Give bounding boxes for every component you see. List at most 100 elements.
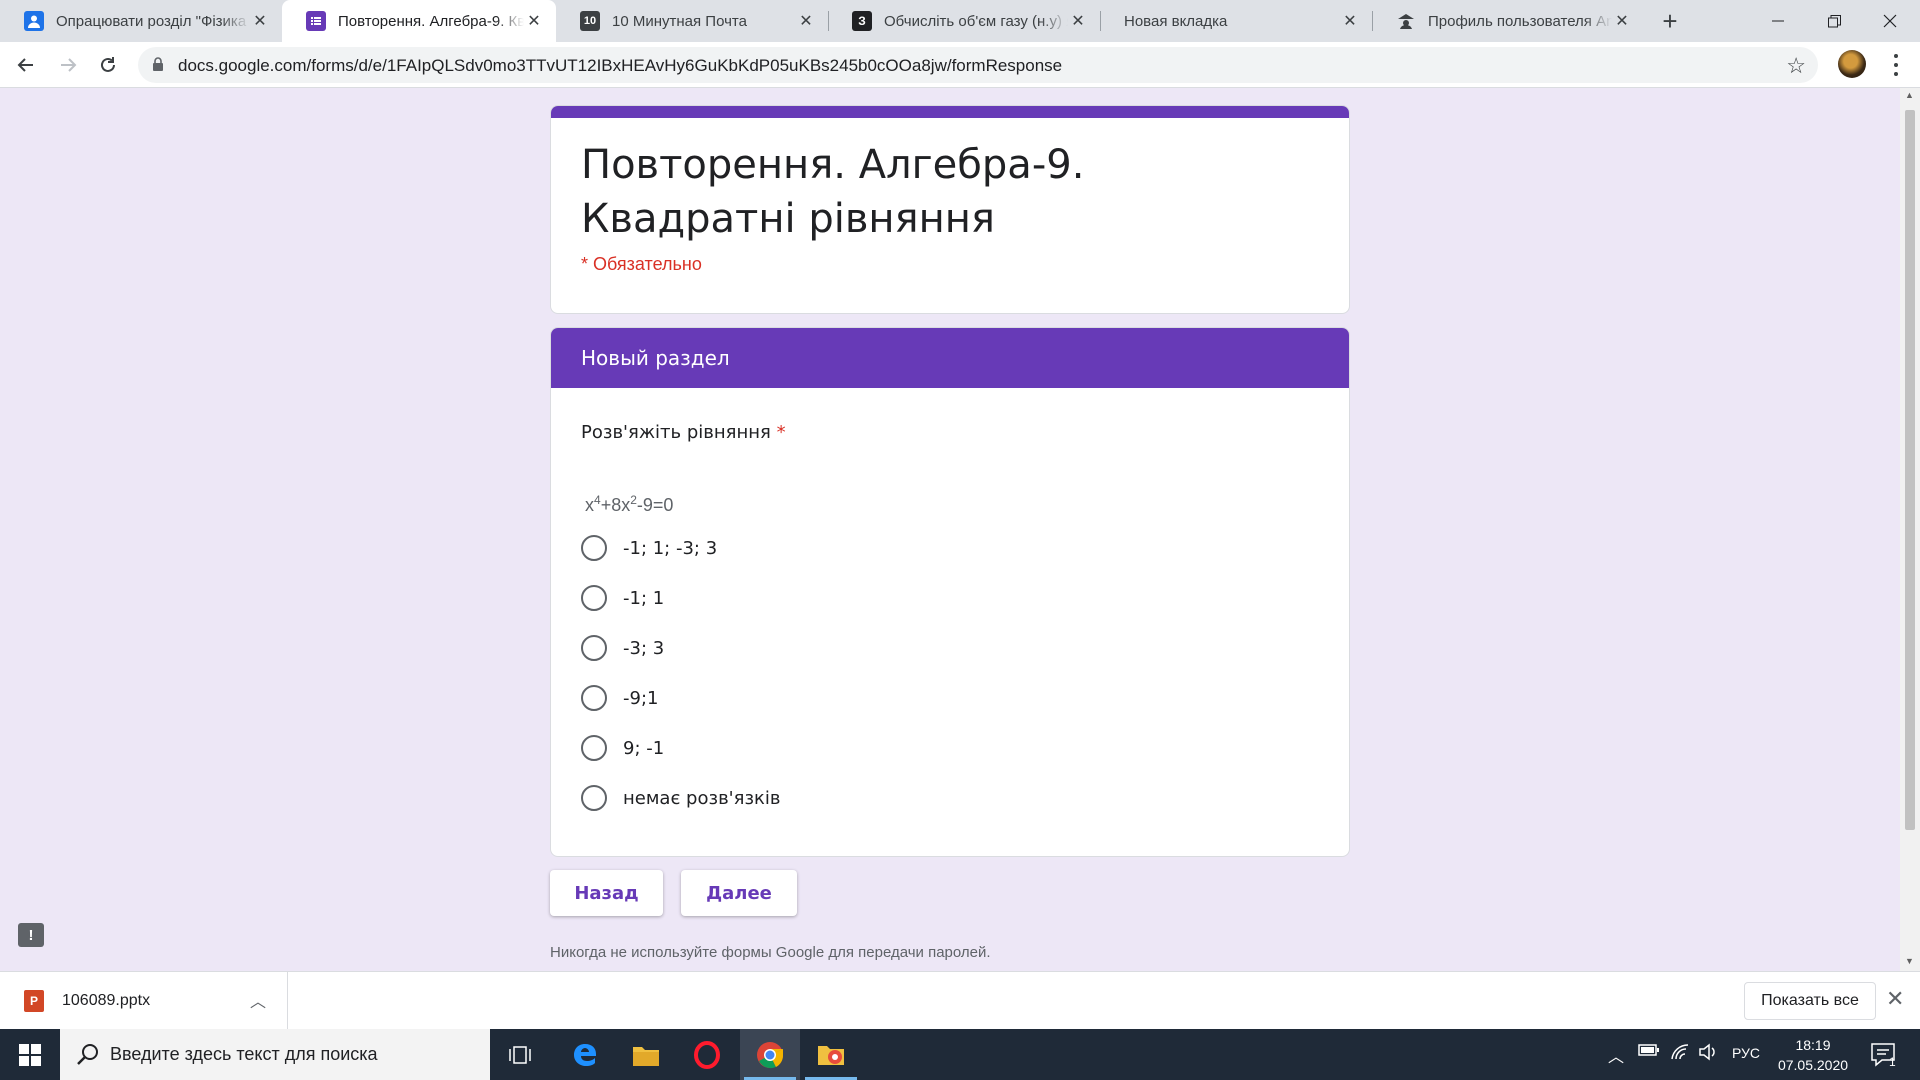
taskbar-edge[interactable] xyxy=(555,1029,615,1080)
page-scrollbar[interactable]: ▲ ▼ xyxy=(1900,88,1920,971)
answer-option-1[interactable]: -1; 1; -3; 3 xyxy=(581,533,717,563)
back-button[interactable] xyxy=(10,49,42,81)
equation-exponent: 4 xyxy=(594,493,601,507)
task-view-button[interactable] xyxy=(490,1029,550,1080)
answer-option-2[interactable]: -1; 1 xyxy=(581,583,664,613)
tray-chevron-up-icon[interactable]: ︿ xyxy=(1608,1043,1624,1067)
taskbar-clock[interactable]: 18:19 07.05.2020 xyxy=(1768,1035,1858,1075)
browser-menu-icon[interactable] xyxy=(1886,52,1906,78)
tab-user-profile[interactable]: Профиль пользователя Anc ✕ xyxy=(1372,0,1644,42)
profile-avatar[interactable] xyxy=(1838,50,1866,78)
radio-button[interactable] xyxy=(581,685,607,711)
option-label: -1; 1; -3; 3 xyxy=(623,537,718,559)
chrome-icon xyxy=(757,1041,784,1068)
show-all-downloads-button[interactable]: Показать все xyxy=(1744,982,1876,1020)
minimize-button[interactable] xyxy=(1750,0,1806,42)
form-accent-bar xyxy=(551,106,1349,118)
answer-option-4[interactable]: -9;1 xyxy=(581,683,658,713)
tab-title: Обчисліть об'єм газу (н.у) я xyxy=(884,12,1068,30)
10minutemail-icon: 10 xyxy=(580,11,600,31)
form-title: Повторення. Алгебра-9. Квадратні рівнянн… xyxy=(581,142,1085,242)
address-bar[interactable]: docs.google.com/forms/d/e/1FAIpQLSdv0mo3… xyxy=(138,47,1818,83)
option-label: -3; 3 xyxy=(623,637,665,659)
close-download-bar-icon[interactable]: ✕ xyxy=(1886,986,1904,1012)
radio-button[interactable] xyxy=(581,785,607,811)
taskbar-app[interactable] xyxy=(801,1029,861,1080)
question-title: Розв'яжіть рівняння * xyxy=(581,422,786,443)
radio-button[interactable] xyxy=(581,535,607,561)
tab-title: 10 Минутная Почта xyxy=(612,12,747,30)
required-note: * Обязательно xyxy=(581,254,702,274)
scrollbar-thumb[interactable] xyxy=(1905,110,1915,830)
restore-icon xyxy=(1827,14,1841,27)
answer-option-3[interactable]: -3; 3 xyxy=(581,633,664,663)
restore-button[interactable] xyxy=(1806,0,1862,42)
clock-time: 18:19 xyxy=(1795,1037,1831,1053)
folder-icon xyxy=(633,1046,659,1066)
page-viewport: Повторення. Алгебра-9. Квадратні рівнянн… xyxy=(0,88,1900,971)
close-tab-icon[interactable]: ✕ xyxy=(1340,11,1360,31)
next-form-button[interactable]: Далее xyxy=(681,870,797,916)
tab-10-minute-mail[interactable]: 10 10 Минутная Почта ✕ xyxy=(556,0,828,42)
start-button[interactable] xyxy=(0,1029,60,1080)
close-tab-icon[interactable]: ✕ xyxy=(524,11,544,31)
close-tab-icon[interactable]: ✕ xyxy=(1612,11,1632,31)
reload-button[interactable] xyxy=(92,49,124,81)
minimize-icon xyxy=(1772,20,1784,22)
password-warning: Никогда не используйте формы Google для … xyxy=(550,944,991,961)
arrow-left-icon xyxy=(17,58,33,72)
plus-icon: + xyxy=(1662,5,1678,36)
download-item[interactable]: P 106089.pptx ︿ xyxy=(0,972,288,1030)
tab-classroom[interactable]: Опрацювати розділ "Фізика ✕ xyxy=(0,0,282,42)
equation-tail: -9=0 xyxy=(636,495,674,515)
close-window-button[interactable] xyxy=(1862,0,1918,42)
chevron-up-icon[interactable]: ︿ xyxy=(250,988,266,1012)
feedback-icon[interactable]: ! xyxy=(18,923,44,947)
notification-count: 1 xyxy=(1889,1055,1896,1069)
forward-button[interactable] xyxy=(52,49,84,81)
scroll-up-icon[interactable]: ▲ xyxy=(1905,90,1914,100)
taskbar-chrome[interactable] xyxy=(740,1029,800,1080)
radio-button[interactable] xyxy=(581,735,607,761)
task-view-icon xyxy=(509,1045,531,1064)
battery-icon[interactable] xyxy=(1638,1043,1660,1061)
speaker-icon[interactable] xyxy=(1698,1043,1718,1065)
new-tab-button[interactable]: + xyxy=(1656,5,1684,36)
radio-button[interactable] xyxy=(581,635,607,661)
clock-date: 07.05.2020 xyxy=(1777,1057,1849,1073)
answer-option-5[interactable]: 9; -1 xyxy=(581,733,664,763)
equation-x: x xyxy=(585,495,594,515)
option-label: -1; 1 xyxy=(623,587,665,609)
tab-new-tab[interactable]: Новая вкладка ✕ xyxy=(1100,0,1372,42)
close-tab-icon[interactable]: ✕ xyxy=(796,11,816,31)
option-label: 9; -1 xyxy=(623,737,665,759)
download-file-name: 106089.pptx xyxy=(62,992,151,1009)
close-tab-icon[interactable]: ✕ xyxy=(250,11,270,31)
language-indicator[interactable]: РУС xyxy=(1732,1045,1760,1061)
option-label: -9;1 xyxy=(623,687,659,709)
taskbar-file-explorer[interactable] xyxy=(616,1029,676,1080)
wifi-icon[interactable] xyxy=(1670,1043,1690,1065)
radio-button[interactable] xyxy=(581,585,607,611)
tab-google-forms[interactable]: Повторення. Алгебра-9. Ква ✕ xyxy=(282,0,556,42)
equation-exponent: 2 xyxy=(630,493,637,507)
equation-middle: +8x xyxy=(600,495,631,515)
option-label: немає розв'язків xyxy=(623,787,781,809)
taskbar-search-box[interactable]: Введите здесь текст для поиска xyxy=(60,1029,490,1080)
answer-option-6[interactable]: немає розв'язків xyxy=(581,783,781,813)
tab-title: Новая вкладка xyxy=(1124,12,1228,30)
app-folder-icon xyxy=(818,1045,844,1065)
close-tab-icon[interactable]: ✕ xyxy=(1068,11,1088,31)
arrow-right-icon xyxy=(61,58,77,72)
bookmark-star-icon[interactable]: ☆ xyxy=(1786,53,1806,79)
tab-title: Повторення. Алгебра-9. Ква xyxy=(338,12,524,30)
scroll-down-icon[interactable]: ▼ xyxy=(1905,956,1914,966)
tab-znanija[interactable]: З Обчисліть об'єм газу (н.у) я ✕ xyxy=(828,0,1100,42)
close-icon xyxy=(1883,14,1897,28)
search-placeholder: Введите здесь текст для поиска xyxy=(110,1044,378,1064)
tab-strip: Опрацювати розділ "Фізика ✕ Повторення. … xyxy=(0,0,1920,42)
opera-icon xyxy=(694,1040,720,1069)
taskbar-opera[interactable] xyxy=(677,1029,737,1080)
question-text: Розв'яжіть рівняння xyxy=(581,422,771,443)
back-form-button[interactable]: Назад xyxy=(550,870,663,916)
